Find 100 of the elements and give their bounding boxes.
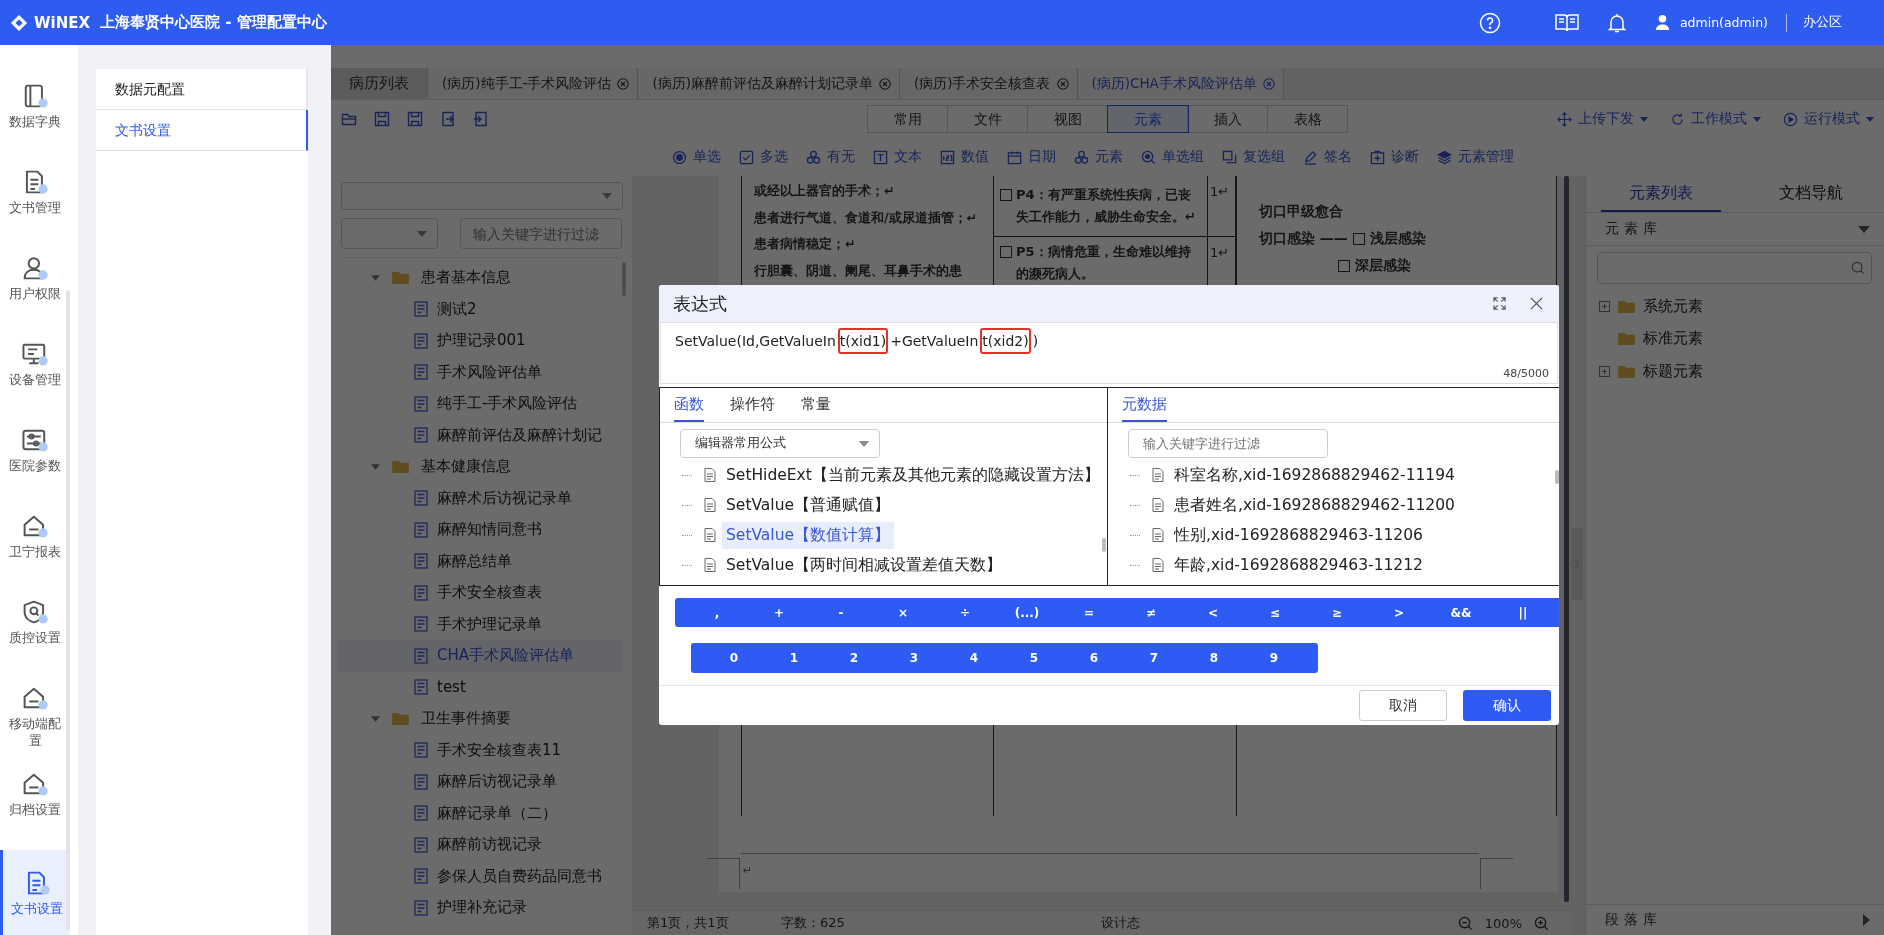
operator-button[interactable]: ,: [686, 598, 748, 627]
dialog-tab[interactable]: 常量: [801, 388, 831, 422]
element-tool-button[interactable]: 数值: [939, 148, 989, 166]
digit-button[interactable]: 6: [1064, 643, 1124, 673]
nav-item[interactable]: 卫宁报表: [0, 506, 70, 592]
tree-folder[interactable]: 患者基本信息: [341, 262, 622, 294]
tree-item[interactable]: 护理补充记录: [337, 892, 622, 924]
tree-item[interactable]: test: [337, 671, 622, 703]
nav-item[interactable]: 数据字典: [0, 76, 70, 162]
operator-button[interactable]: ×: [872, 598, 934, 627]
tree-item[interactable]: 纯手工-手术风险评估: [337, 388, 622, 420]
caret-icon[interactable]: [1858, 225, 1870, 233]
document-tab[interactable]: (病历)麻醉前评估及麻醉计划记录单: [638, 68, 900, 99]
function-item[interactable]: SetValue【数值计算】: [722, 521, 895, 549]
operator-button[interactable]: ||: [1492, 598, 1554, 627]
expression-field[interactable]: SetValue(Id,GetValueIn t(xid1) +GetValueIn t(xid2) ) 48/5000: [660, 322, 1558, 384]
close-icon[interactable]: [1056, 77, 1069, 90]
digit-button[interactable]: 4: [944, 643, 1004, 673]
tree-item[interactable]: 护理记录001: [337, 325, 622, 357]
play-icon[interactable]: [1783, 111, 1798, 127]
checkbox[interactable]: [1000, 246, 1012, 258]
caret-icon[interactable]: [1866, 116, 1874, 122]
document-tab[interactable]: (病历)手术安全核查表: [899, 68, 1078, 99]
document-tab[interactable]: (病历)纯手工-手术风险评估: [428, 68, 639, 99]
tree-item[interactable]: 标题元素: [1643, 361, 1703, 381]
tree-item[interactable]: 测试2: [337, 293, 622, 325]
help-icon[interactable]: [1478, 11, 1501, 34]
tree-folder[interactable]: 卫生事件摘要: [341, 703, 622, 735]
ribbon-tab[interactable]: 插入: [1188, 106, 1268, 132]
nav-item[interactable]: 归档设置: [0, 764, 70, 850]
data-item[interactable]: 年龄,xid-1692868829463-11212: [1170, 551, 1427, 579]
operator-button[interactable]: ≤: [1244, 598, 1306, 627]
data-item[interactable]: 科室名称,xid-1692868829462-11194: [1170, 461, 1459, 489]
data-item[interactable]: 患者姓名,xid-1692868829462-11200: [1170, 491, 1459, 519]
element-tool-button[interactable]: 日期: [1006, 148, 1056, 166]
nav-item[interactable]: 用户权限: [0, 248, 70, 334]
ribbon-tab[interactable]: 常用: [868, 106, 948, 132]
digit-button[interactable]: 2: [824, 643, 884, 673]
operator-button[interactable]: ≠: [1120, 598, 1182, 627]
file-icon[interactable]: [440, 111, 456, 127]
operator-button[interactable]: -: [810, 598, 872, 627]
close-icon[interactable]: [878, 77, 891, 90]
tree-item[interactable]: 麻醉后访视记录单: [337, 766, 622, 798]
mode-menu[interactable]: 上传下发: [1578, 110, 1634, 128]
digit-button[interactable]: 7: [1124, 643, 1184, 673]
config-menu-item[interactable]: 数据元配置: [96, 69, 308, 110]
scrollbar[interactable]: [1564, 176, 1569, 902]
file-icon[interactable]: [473, 111, 489, 127]
refresh-icon[interactable]: [1670, 111, 1685, 127]
panel-tab[interactable]: 文档导航: [1751, 176, 1871, 212]
nav-item[interactable]: 移动端配置: [0, 678, 70, 764]
save-icon[interactable]: [407, 111, 423, 127]
tree-item[interactable]: 麻醉总结单: [337, 545, 622, 577]
tree-item[interactable]: 参保人员自费药品同意书: [337, 860, 622, 892]
expand-icon[interactable]: [1493, 297, 1506, 310]
data-item[interactable]: 性别,xid-1692868829463-11206: [1170, 521, 1427, 549]
operator-button[interactable]: <: [1182, 598, 1244, 627]
operator-button[interactable]: ÷: [934, 598, 996, 627]
nav-item[interactable]: 文书设置: [0, 850, 70, 935]
element-tool-button[interactable]: 元素: [1073, 148, 1123, 166]
area-menu[interactable]: 办公区: [1803, 14, 1842, 31]
digit-button[interactable]: 0: [704, 643, 764, 673]
book-icon[interactable]: [1554, 12, 1579, 33]
user-icon[interactable]: [1654, 14, 1670, 31]
tree-folder[interactable]: 基本健康信息: [341, 451, 622, 483]
nav-item[interactable]: 设备管理: [0, 334, 70, 420]
tree-item[interactable]: 手术风险评估单: [337, 356, 622, 388]
tree-item[interactable]: 麻醉前评估及麻醉计划记: [337, 419, 622, 451]
ribbon-tab[interactable]: 文件: [948, 106, 1028, 132]
cancel-button[interactable]: 取消: [1359, 690, 1447, 721]
zoom-in-icon[interactable]: [1534, 915, 1549, 931]
tree-item[interactable]: 麻醉知情同意书: [337, 514, 622, 546]
dialog-tab[interactable]: 元数据: [1122, 388, 1167, 422]
ribbon-tab[interactable]: 表格: [1268, 106, 1347, 132]
close-icon[interactable]: [617, 77, 630, 90]
mode-menu[interactable]: 运行模式: [1804, 110, 1860, 128]
folder-icon[interactable]: [341, 111, 357, 127]
panel-tab[interactable]: 元素列表: [1601, 176, 1721, 212]
confirm-button[interactable]: 确认: [1463, 690, 1551, 721]
operator-button[interactable]: >: [1368, 598, 1430, 627]
tree-item[interactable]: 手术安全核查表11: [337, 734, 622, 766]
nav-item[interactable]: 文书管理: [0, 162, 70, 248]
element-tool-button[interactable]: 诊断: [1369, 148, 1419, 166]
collapse-handle[interactable]: [1571, 528, 1583, 600]
tree-item[interactable]: 手术安全核查表: [337, 577, 622, 609]
digit-button[interactable]: 3: [884, 643, 944, 673]
digit-button[interactable]: 8: [1184, 643, 1244, 673]
close-icon[interactable]: [1530, 297, 1543, 310]
document-tab[interactable]: 病历列表: [331, 68, 428, 99]
save-icon[interactable]: [374, 111, 390, 127]
tree-item[interactable]: 标准元素: [1643, 329, 1703, 349]
formula-select[interactable]: 编辑器常用公式: [680, 429, 880, 458]
mode-menu[interactable]: 工作模式: [1691, 110, 1747, 128]
tree-item[interactable]: 手术护理记录单: [337, 608, 622, 640]
operator-button[interactable]: (...): [996, 598, 1058, 627]
config-menu-item[interactable]: 文书设置: [96, 110, 308, 151]
checkbox[interactable]: [1338, 259, 1350, 272]
element-tool-button[interactable]: 元素管理: [1436, 148, 1514, 166]
dialog-tab[interactable]: 函数: [674, 388, 704, 422]
digit-button[interactable]: 9: [1244, 643, 1304, 673]
